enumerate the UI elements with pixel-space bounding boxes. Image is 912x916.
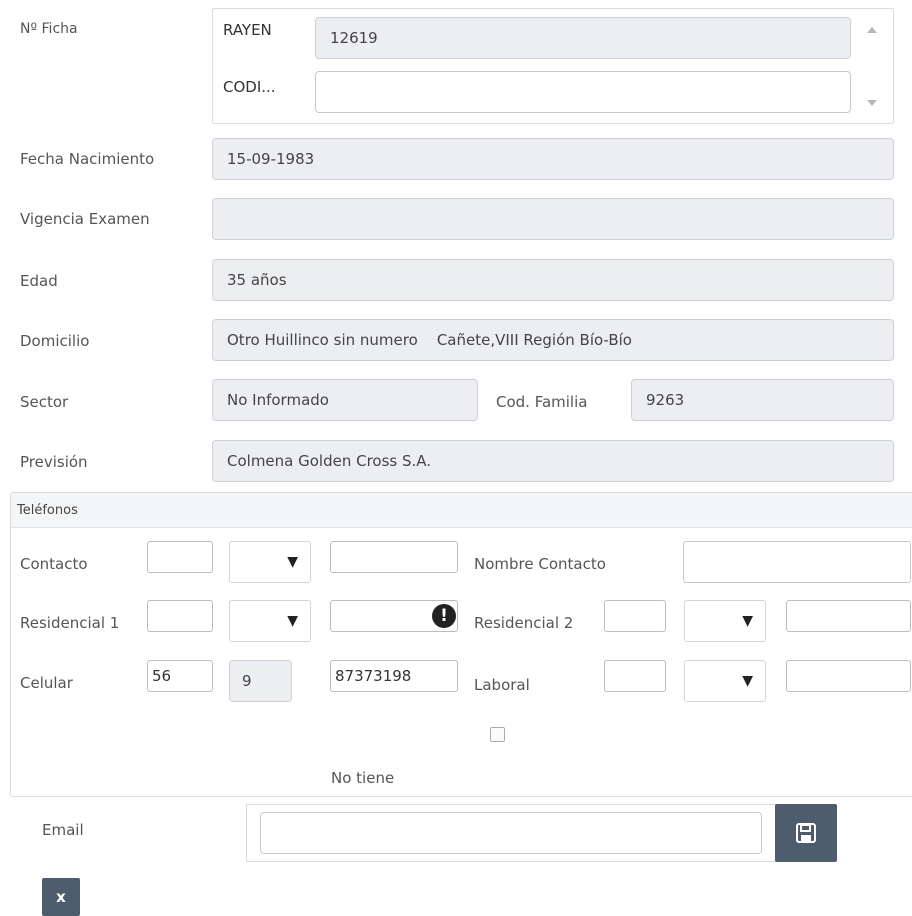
domicilio-label: Domicilio (20, 332, 90, 350)
ficha-rayen-field[interactable]: 12619 (315, 17, 851, 59)
vigencia-examen-label: Vigencia Examen (20, 210, 150, 228)
edad-field[interactable]: 35 años (212, 259, 894, 301)
dropdown-arrow-icon: ▼ (287, 613, 298, 629)
dropdown-arrow-icon: ▼ (742, 613, 753, 629)
contacto-prefix-select[interactable]: ▼ (229, 541, 311, 583)
cod-familia-field[interactable]: 9263 (631, 379, 894, 421)
residencial1-label: Residencial 1 (20, 614, 120, 632)
email-input[interactable] (260, 812, 762, 854)
celular-prefix-field[interactable]: 9 (229, 660, 292, 702)
prevision-field[interactable]: Colmena Golden Cross S.A. (212, 440, 894, 482)
laboral-number-input[interactable] (786, 660, 911, 692)
save-email-button[interactable] (775, 804, 837, 862)
nombre-contacto-label: Nombre Contacto (474, 555, 606, 573)
contacto-label: Contacto (20, 555, 88, 573)
contacto-number-input[interactable] (330, 541, 458, 573)
email-label: Email (42, 821, 84, 839)
dropdown-arrow-icon: ▼ (287, 554, 298, 570)
prevision-label: Previsión (20, 453, 88, 471)
edad-label: Edad (20, 272, 58, 290)
residencial1-code-input[interactable] (147, 600, 213, 632)
domicilio-field[interactable]: Otro Huillinco sin numero Cañete,VIII Re… (212, 319, 894, 361)
warning-icon: ! (432, 604, 456, 628)
ficha-codi-field[interactable] (315, 71, 851, 113)
contacto-code-input[interactable] (147, 541, 213, 573)
no-tiene-checkbox[interactable] (490, 727, 505, 742)
residencial2-number-input[interactable] (786, 600, 911, 632)
vigencia-examen-field[interactable] (212, 198, 894, 240)
fecha-nacimiento-label: Fecha Nacimiento (20, 150, 155, 168)
sector-label: Sector (20, 393, 69, 411)
residencial1-prefix-select[interactable]: ▼ (229, 600, 311, 642)
celular-number-input[interactable]: 87373198 (330, 660, 458, 692)
ficha-label: Nº Ficha (20, 21, 78, 37)
close-button[interactable]: x (42, 878, 80, 916)
celular-code-input[interactable]: 56 (147, 660, 213, 692)
celular-label: Celular (20, 674, 73, 692)
dropdown-arrow-icon: ▼ (742, 673, 753, 689)
residencial2-prefix-select[interactable]: ▼ (684, 600, 766, 642)
residencial2-code-input[interactable] (604, 600, 666, 632)
ficha-list: RAYEN 12619 CODI... (212, 8, 894, 124)
telefonos-panel: Teléfonos (10, 492, 912, 797)
scroll-up-icon[interactable] (867, 27, 877, 33)
sector-field[interactable]: No Informado (212, 379, 478, 421)
laboral-code-input[interactable] (604, 660, 666, 692)
cod-familia-label: Cod. Familia (496, 393, 588, 411)
laboral-label: Laboral (474, 676, 530, 694)
laboral-prefix-select[interactable]: ▼ (684, 660, 766, 702)
nombre-contacto-input[interactable] (683, 541, 911, 583)
fecha-nacimiento-field[interactable]: 15-09-1983 (212, 138, 894, 180)
telefonos-header: Teléfonos (11, 493, 912, 528)
no-tiene-label: No tiene (331, 769, 395, 787)
ficha-code-codi: CODI... (223, 78, 276, 96)
ficha-code-rayen: RAYEN (223, 21, 272, 39)
scroll-down-icon[interactable] (867, 100, 877, 106)
floppy-disk-icon (796, 823, 816, 843)
residencial2-label: Residencial 2 (474, 614, 574, 632)
